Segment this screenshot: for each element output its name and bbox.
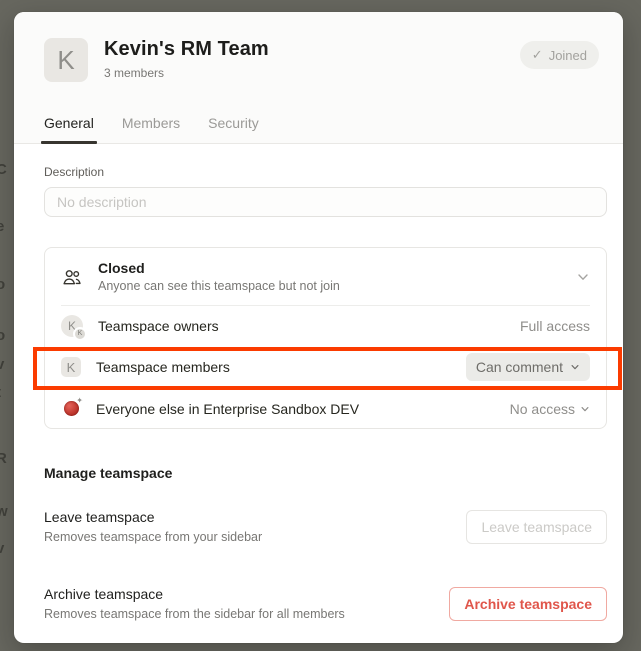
permissions-card: Closed Anyone can see this teamspace but… bbox=[44, 247, 607, 429]
backdrop-text-fragment: v bbox=[0, 540, 14, 557]
workspace-logo-icon: ✦ bbox=[61, 399, 81, 419]
leave-teamspace-title: Leave teamspace bbox=[44, 509, 262, 525]
owners-permission-value: Full access bbox=[520, 318, 590, 334]
description-label: Description bbox=[44, 165, 607, 179]
permission-row-members: K Teamspace members Can comment bbox=[45, 345, 606, 389]
check-icon: ✓ bbox=[532, 47, 543, 63]
everyone-permission-dropdown[interactable]: No access bbox=[510, 401, 590, 417]
backdrop-text-fragment: e bbox=[0, 218, 14, 235]
dialog-header: K Kevin's RM Team 3 members ✓ Joined Gen… bbox=[14, 12, 623, 144]
archive-teamspace-title: Archive teamspace bbox=[44, 586, 345, 602]
backdrop-text-fragment: o bbox=[0, 276, 14, 293]
chevron-down-icon bbox=[570, 362, 580, 372]
tab-members[interactable]: Members bbox=[122, 115, 180, 143]
joined-badge[interactable]: ✓ Joined bbox=[520, 41, 599, 69]
backdrop-text-fragment: R bbox=[0, 450, 14, 467]
teamspace-settings-dialog: K Kevin's RM Team 3 members ✓ Joined Gen… bbox=[14, 12, 623, 643]
backdrop-text-fragment: C bbox=[0, 161, 14, 178]
leave-teamspace-subtitle: Removes teamspace from your sidebar bbox=[44, 530, 262, 544]
permission-row-name: Everyone else in Enterprise Sandbox DEV bbox=[96, 401, 359, 417]
teamspace-avatar: K bbox=[44, 38, 88, 82]
teamspace-title-block: Kevin's RM Team 3 members bbox=[104, 38, 269, 80]
teamspace-title: Kevin's RM Team bbox=[104, 38, 269, 61]
archive-teamspace-row: Archive teamspace Removes teamspace from… bbox=[44, 586, 607, 621]
permission-row-everyone: ✦ Everyone else in Enterprise Sandbox DE… bbox=[45, 389, 606, 428]
manage-teamspace-heading: Manage teamspace bbox=[44, 465, 607, 481]
owners-avatar-icon: K K bbox=[61, 315, 83, 337]
description-input[interactable] bbox=[44, 187, 607, 217]
backdrop-text-fragment: w bbox=[0, 503, 14, 520]
settings-tabs: General Members Security bbox=[44, 115, 599, 143]
members-avatar-icon: K bbox=[61, 357, 81, 377]
backdrop-text-fragment: v bbox=[0, 356, 14, 373]
permission-row-name: Teamspace owners bbox=[98, 318, 219, 334]
leave-teamspace-button[interactable]: Leave teamspace bbox=[466, 510, 607, 544]
members-permission-dropdown[interactable]: Can comment bbox=[466, 353, 590, 381]
access-level-selector[interactable]: Closed Anyone can see this teamspace but… bbox=[45, 248, 606, 305]
permission-row-name: Teamspace members bbox=[96, 359, 230, 375]
access-level-title: Closed bbox=[98, 260, 340, 276]
access-level-subtitle: Anyone can see this teamspace but not jo… bbox=[98, 279, 340, 293]
backdrop-text-fragment: o bbox=[0, 327, 14, 344]
tab-security[interactable]: Security bbox=[208, 115, 259, 143]
chevron-down-icon bbox=[576, 270, 590, 284]
backdrop-text-fragment: t bbox=[0, 384, 14, 401]
joined-badge-label: Joined bbox=[549, 48, 587, 63]
chevron-down-icon bbox=[580, 404, 590, 414]
leave-teamspace-row: Leave teamspace Removes teamspace from y… bbox=[44, 509, 607, 544]
permission-row-owners: K K Teamspace owners Full access bbox=[45, 306, 606, 345]
archive-teamspace-button[interactable]: Archive teamspace bbox=[449, 587, 607, 621]
people-icon bbox=[61, 266, 83, 288]
tab-general[interactable]: General bbox=[44, 115, 94, 143]
member-count: 3 members bbox=[104, 66, 269, 80]
archive-teamspace-subtitle: Removes teamspace from the sidebar for a… bbox=[44, 607, 345, 621]
